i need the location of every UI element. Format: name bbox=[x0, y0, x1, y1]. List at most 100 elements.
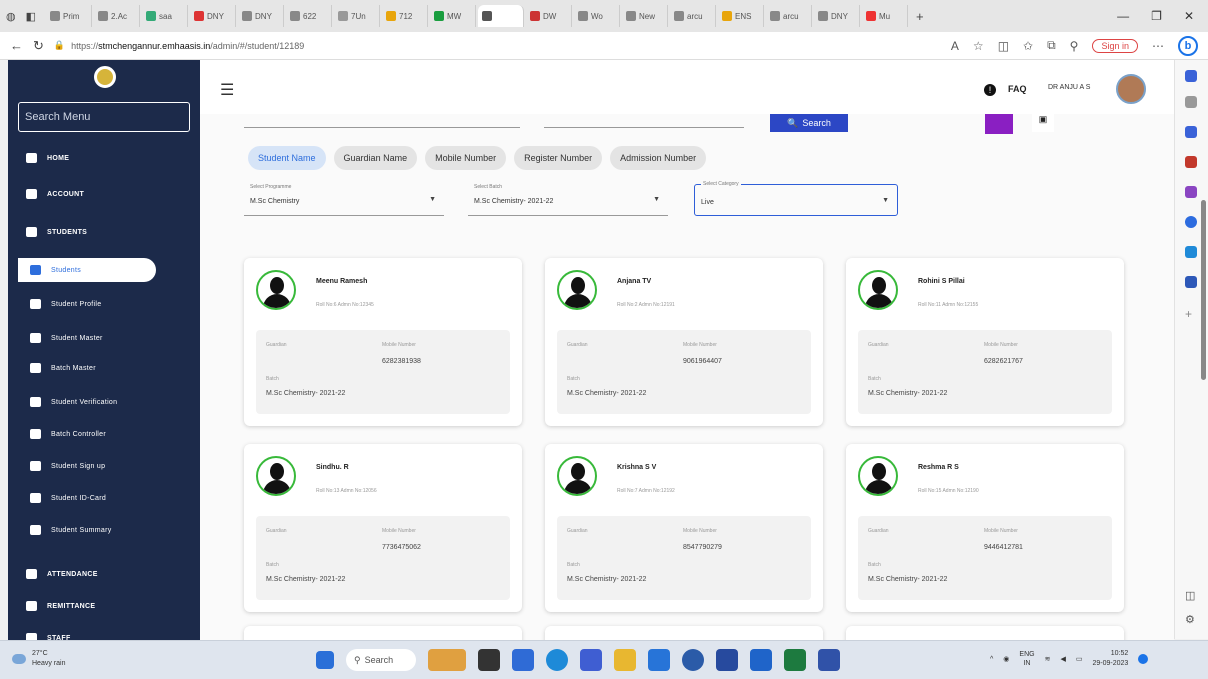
chip-student-name[interactable]: Student Name bbox=[248, 146, 326, 170]
clock-date[interactable]: 29-09-2023 bbox=[1092, 660, 1128, 667]
browser-tab[interactable]: DNY bbox=[190, 5, 237, 27]
browser-tab[interactable]: arcu bbox=[670, 5, 717, 27]
wifi-icon[interactable]: ≋ bbox=[1045, 655, 1051, 663]
chevron-up-icon[interactable]: ^ bbox=[990, 656, 993, 663]
chip-admission-number[interactable]: Admission Number bbox=[610, 146, 707, 170]
sidebar-item-student-master[interactable]: Student Master bbox=[8, 326, 200, 350]
sidebar-item-student-profile[interactable]: Student Profile bbox=[8, 292, 200, 316]
help-icon[interactable]: ! bbox=[984, 84, 996, 96]
new-tab-icon[interactable]: + bbox=[916, 9, 924, 24]
favorites-icon[interactable]: ✩ bbox=[1023, 39, 1033, 53]
edge-icon[interactable] bbox=[546, 649, 568, 671]
browser-tab[interactable]: MW bbox=[430, 5, 477, 27]
split-screen-icon[interactable]: ◫ bbox=[998, 39, 1009, 53]
notification-icon[interactable] bbox=[1138, 654, 1149, 664]
widgets-icon[interactable] bbox=[428, 649, 466, 671]
sidebar-item-batch-master[interactable]: Batch Master bbox=[8, 356, 200, 380]
page-scrollbar-thumb[interactable] bbox=[1201, 200, 1206, 380]
browser-tab[interactable]: arcu bbox=[766, 5, 813, 27]
sidebar-item-student-signup[interactable]: Student Sign up bbox=[8, 454, 200, 478]
word-icon[interactable] bbox=[750, 649, 772, 671]
excel-icon[interactable] bbox=[784, 649, 806, 671]
sidebar-item-home[interactable]: HOME bbox=[8, 146, 200, 170]
chip-mobile-number[interactable]: Mobile Number bbox=[425, 146, 507, 170]
student-card-partial[interactable] bbox=[244, 626, 522, 640]
student-card[interactable]: Sindhu. R Roll No:13 Admn No:12056 Guardia… bbox=[244, 444, 522, 612]
student-card-partial[interactable] bbox=[545, 626, 823, 640]
sidebar-item-attendance[interactable]: ATTENDANCE bbox=[8, 562, 200, 586]
browser-tab[interactable]: DW bbox=[526, 5, 573, 27]
mail-icon[interactable] bbox=[648, 649, 670, 671]
minimize-icon[interactable]: — bbox=[1117, 9, 1129, 23]
user-name[interactable]: DR ANJU A S bbox=[1048, 84, 1090, 91]
tray-app-icon[interactable]: ◉ bbox=[1003, 655, 1009, 663]
avatar[interactable] bbox=[1116, 74, 1146, 104]
sidebar-item-students[interactable]: STUDENTS bbox=[8, 220, 200, 244]
browser-tab[interactable] bbox=[478, 5, 525, 27]
browser-tab[interactable]: 712 bbox=[382, 5, 429, 27]
volume-icon[interactable]: ◀ bbox=[1060, 655, 1065, 663]
sign-in-button[interactable]: Sign in bbox=[1092, 38, 1138, 53]
media-icon[interactable] bbox=[682, 649, 704, 671]
browser-tab[interactable]: Mu bbox=[862, 5, 909, 27]
search-text-input[interactable] bbox=[244, 114, 520, 128]
start-windows-icon[interactable] bbox=[316, 651, 334, 669]
add-icon[interactable]: + bbox=[1185, 308, 1197, 320]
browser-tab[interactable]: Prim bbox=[46, 5, 93, 27]
weather-widget[interactable]: 27°C Heavy rain bbox=[12, 649, 65, 669]
more-options-icon[interactable]: ⋯ bbox=[1152, 39, 1164, 53]
sidebar-item-student-verification[interactable]: Student Verification bbox=[8, 390, 200, 414]
bing-copilot-icon[interactable]: b bbox=[1178, 35, 1198, 56]
search-filter-select[interactable] bbox=[544, 114, 744, 128]
category-select[interactable]: Select Category Live ▼ bbox=[694, 181, 898, 216]
programme-select[interactable]: Select Programme M.Sc Chemistry ▼ bbox=[244, 184, 444, 216]
refresh-icon[interactable]: ↻ bbox=[33, 38, 44, 54]
search-sidebar-icon[interactable] bbox=[1185, 70, 1197, 82]
clock-time[interactable]: 10:52 bbox=[1111, 650, 1129, 657]
sidebar-layout-icon[interactable]: ◫ bbox=[1185, 590, 1197, 602]
drop-icon[interactable] bbox=[1185, 276, 1197, 288]
photos-icon[interactable] bbox=[818, 649, 840, 671]
sidebar-item-student-summary[interactable]: Student Summary bbox=[8, 518, 200, 542]
browser-tab[interactable]: 2.Ac bbox=[94, 5, 141, 27]
student-card[interactable]: Reshma R S Roll No:15 Admn No:12190 Guardi… bbox=[846, 444, 1124, 612]
url-field[interactable]: 🔒 https://stmchengannur.emhaasis.in/admi… bbox=[54, 40, 754, 51]
browser-tab[interactable]: 7Un bbox=[334, 5, 381, 27]
task-view-icon[interactable] bbox=[478, 649, 500, 671]
student-card[interactable]: Anjana TV Roll No:2 Admn No:12191 Guardian… bbox=[545, 258, 823, 426]
sidebar-item-student-id-card[interactable]: Student ID-Card bbox=[8, 486, 200, 510]
export-button[interactable] bbox=[985, 114, 1013, 134]
student-card[interactable]: Krishna S V Roll No:7 Admn No:12192 Guardi… bbox=[545, 444, 823, 612]
batch-select[interactable]: Select Batch M.Sc Chemistry- 2021-22 ▼ bbox=[468, 184, 668, 216]
student-card[interactable]: Meenu Ramesh Roll No:6 Admn No:12345 Guard… bbox=[244, 258, 522, 426]
office-icon[interactable] bbox=[1185, 216, 1197, 228]
browser-tab[interactable]: Wo bbox=[574, 5, 621, 27]
faq-link[interactable]: FAQ bbox=[1008, 84, 1027, 94]
read-aloud-icon[interactable]: A bbox=[951, 39, 959, 53]
tab-actions-icon[interactable]: ◧ bbox=[26, 10, 36, 23]
browser-tab[interactable]: 622 bbox=[286, 5, 333, 27]
tools-icon[interactable] bbox=[1185, 156, 1197, 168]
workspaces-icon[interactable]: ◍ bbox=[6, 10, 16, 23]
sidebar-item-account[interactable]: ACCOUNT bbox=[8, 182, 200, 206]
sidebar-item-staff[interactable]: STAFF bbox=[8, 626, 200, 640]
student-card[interactable]: Rohini S Pillai Roll No:11 Admn No:12155 G… bbox=[846, 258, 1124, 426]
chip-guardian-name[interactable]: Guardian Name bbox=[333, 146, 418, 170]
student-card-partial[interactable] bbox=[846, 626, 1124, 640]
sidebar-item-students-list[interactable]: Students bbox=[18, 258, 156, 282]
search-button[interactable]: 🔍 Search bbox=[770, 114, 848, 132]
battery-icon[interactable]: ▭ bbox=[1076, 655, 1083, 663]
favorite-star-icon[interactable]: ☆ bbox=[973, 39, 984, 53]
browser-tab[interactable]: saa bbox=[142, 5, 189, 27]
close-icon[interactable]: ✕ bbox=[1184, 9, 1194, 23]
back-icon[interactable]: ← bbox=[10, 38, 23, 53]
file-explorer-icon[interactable] bbox=[614, 649, 636, 671]
browser-tab[interactable]: DNY bbox=[238, 5, 285, 27]
browser-tab[interactable]: New bbox=[622, 5, 669, 27]
calendar-icon[interactable] bbox=[716, 649, 738, 671]
language-indicator[interactable]: ENG bbox=[1019, 651, 1034, 658]
outlook-icon[interactable] bbox=[1185, 246, 1197, 258]
search-menu-input[interactable]: Search Menu bbox=[18, 102, 190, 132]
restore-icon[interactable]: ❐ bbox=[1151, 9, 1162, 23]
id-card-view-icon[interactable]: ▣ bbox=[1032, 114, 1054, 132]
